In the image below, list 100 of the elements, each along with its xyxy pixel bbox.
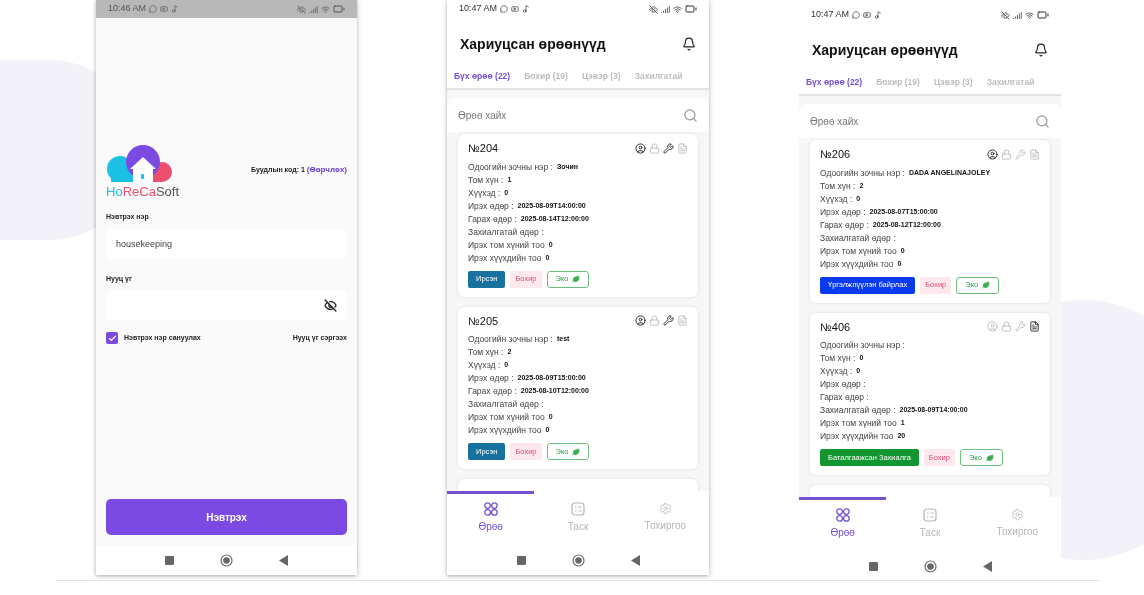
field-label: Ирэх хүүхдийн тоо (820, 430, 894, 443)
four-circles-icon (835, 508, 850, 522)
leaf-icon (572, 275, 581, 283)
search-field[interactable]: Өрөө хайх (799, 104, 1061, 138)
room-number: №205 (468, 313, 499, 329)
field-label: Хүүхэд : (468, 359, 501, 372)
music-note-icon (874, 11, 883, 19)
field-label: Ирэх өдөр : (820, 205, 866, 219)
battery-icon (685, 3, 697, 15)
field-label: Захиалгатай өдөр : (820, 231, 896, 245)
field-label: Гарах өдөр : (820, 218, 869, 232)
status-time: 10:46 AM (108, 2, 147, 16)
vibrate-off-icon (649, 4, 658, 14)
vibrate-off-icon (297, 4, 306, 14)
vibrate-off-icon (1001, 10, 1010, 20)
room-number: №406 (820, 319, 851, 335)
room-number: №206 (820, 147, 851, 162)
field-label: Том хүн : (468, 173, 504, 187)
home-icon[interactable] (923, 559, 937, 573)
music-note-icon (522, 5, 531, 13)
field-label: Гарах өдөр : (468, 212, 517, 226)
chat-icon (500, 5, 509, 13)
field-label: Том хүн : (820, 352, 856, 365)
wrench-icon[interactable] (663, 142, 674, 154)
wifi-icon (1025, 10, 1034, 20)
password-field[interactable] (106, 290, 347, 320)
field-label: Захиалгатай өдөр : (468, 398, 544, 411)
status-time: 10:47 AM (811, 8, 850, 22)
document-icon[interactable] (1029, 321, 1040, 333)
username-field[interactable]: housekeeping (106, 228, 347, 259)
field-label: Ирэх хүүхдийн тоо (820, 257, 894, 271)
field-label: Ирэх том хүний тоо (468, 411, 545, 424)
field-label: Хүүхэд : (468, 186, 501, 200)
checklist-icon (923, 508, 937, 522)
recent-apps-icon[interactable] (165, 555, 174, 565)
back-icon[interactable] (630, 554, 640, 566)
field-label: Том хүн : (820, 179, 856, 193)
status-time: 10:47 AM (459, 2, 498, 16)
home-icon[interactable] (571, 553, 585, 567)
search-icon[interactable] (683, 107, 698, 123)
checkbox[interactable] (106, 332, 118, 344)
wrench-icon[interactable] (663, 315, 674, 327)
video-icon (511, 5, 520, 13)
recent-apps-icon[interactable] (868, 561, 878, 571)
four-circles-icon (483, 502, 498, 516)
room-number: №204 (468, 141, 499, 156)
signal-icon (661, 4, 670, 14)
filter-tab[interactable]: Бүх өрөө (22) (802, 70, 867, 94)
wifi-icon (321, 4, 330, 14)
leaf-icon (985, 453, 994, 462)
leaf-icon (982, 281, 991, 289)
field-label: Ирэх өдөр : (468, 372, 514, 385)
music-note-icon (171, 5, 180, 13)
back-icon[interactable] (982, 560, 992, 572)
field-label: Ирэх том хүний тоо (468, 238, 545, 252)
battery-icon (1037, 9, 1049, 21)
field-label: Хүүхэд : (820, 365, 853, 378)
field-label: Ирэх том хүний тоо (820, 417, 897, 430)
check-icon (107, 333, 117, 343)
field-label: Ирэх хүүхдийн тоо (468, 424, 542, 437)
battery-icon (333, 3, 345, 15)
field-label: Ирэх хүүхдийн тоо (468, 251, 542, 265)
change-link[interactable]: (Өөрчлөх) (306, 164, 347, 176)
person-circle-icon[interactable] (635, 315, 646, 327)
login-button[interactable]: Нэвтрэх (106, 499, 347, 535)
search-placeholder: Өрөө хайх (810, 114, 859, 129)
page-title: Хариуцсан өрөөнүүд (812, 40, 958, 60)
field-label: Одоогийн зочны нэр : (468, 333, 553, 346)
eye-off-icon[interactable] (324, 298, 337, 312)
leaf-icon (572, 447, 581, 456)
signal-icon (309, 4, 318, 14)
field-label: Гарах өдөр : (820, 391, 869, 404)
room-card[interactable] (810, 140, 1050, 303)
field-label: Одоогийн зочны нэр : (820, 166, 905, 180)
search-icon[interactable] (1035, 113, 1050, 129)
home-icon[interactable] (220, 553, 233, 567)
field-label: Том хүн : (468, 346, 504, 359)
chat-icon (149, 5, 158, 13)
search-placeholder: Өрөө хайх (458, 108, 507, 123)
checklist-icon (571, 502, 585, 516)
person-circle-icon[interactable] (987, 148, 998, 160)
settings-icon (658, 502, 672, 515)
field-label: Захиалгатай өдөр : (820, 404, 896, 417)
field-label: Хүүхэд : (820, 192, 853, 206)
back-icon[interactable] (279, 554, 288, 566)
field-label: Ирэх өдөр : (468, 199, 514, 213)
field-label: Одоогийн зочны нэр : (820, 339, 905, 352)
bell-icon[interactable] (1034, 43, 1048, 57)
field-label: Гарах өдөр : (468, 385, 517, 398)
field-label: Ирэх том хүний тоо (820, 244, 897, 258)
filter-tab[interactable]: Бүх өрөө (22) (450, 64, 515, 88)
field-label: Захиалгатай өдөр : (468, 225, 544, 239)
search-field[interactable]: Өрөө хайх (447, 98, 709, 132)
signal-icon (1013, 10, 1022, 20)
person-circle-icon[interactable] (635, 142, 646, 154)
settings-icon (1010, 508, 1024, 521)
recent-apps-icon[interactable] (516, 555, 526, 565)
video-icon (863, 11, 872, 19)
bell-icon[interactable] (682, 37, 696, 51)
page-title: Хариуцсан өрөөнүүд (460, 34, 606, 54)
